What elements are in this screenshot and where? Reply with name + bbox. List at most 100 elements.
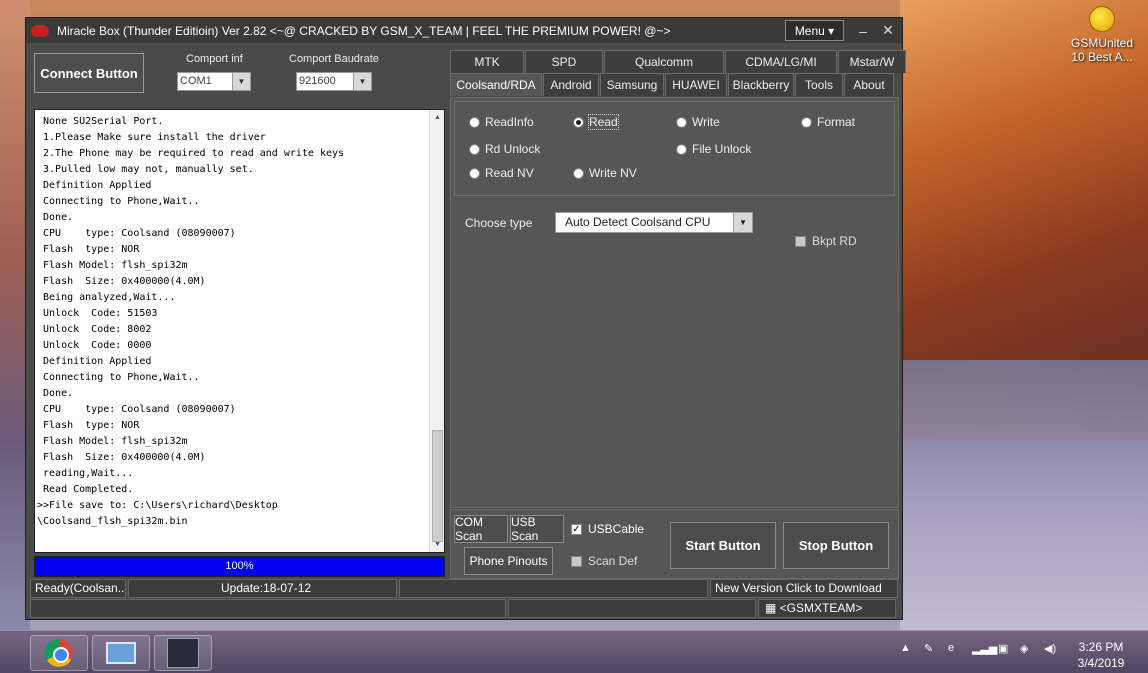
tab-spd[interactable]: SPD: [525, 50, 603, 73]
radio-read[interactable]: Read: [573, 114, 619, 130]
radio-format[interactable]: Format: [801, 115, 855, 129]
comport-value: COM1: [180, 75, 212, 87]
start-button[interactable]: Start Button: [670, 522, 776, 569]
stop-button[interactable]: Stop Button: [783, 522, 889, 569]
new-version-link[interactable]: New Version Click to Download: [710, 579, 898, 598]
chrome-taskbar-button[interactable]: [30, 635, 88, 671]
radio-dot-icon: [801, 116, 812, 128]
scroll-up-icon[interactable]: ▲: [430, 110, 444, 125]
log-line: Read Completed.: [37, 484, 134, 495]
radio-readinfo[interactable]: ReadInfo: [469, 115, 534, 129]
log-line: 1.Please Make sure install the driver: [37, 132, 266, 143]
radio-write-nv[interactable]: Write NV: [573, 166, 637, 180]
computer-icon: [106, 642, 136, 664]
tab-samsung[interactable]: Samsung: [600, 73, 664, 96]
bkpt-rd-checkbox[interactable]: Bkpt RD: [795, 234, 857, 248]
tab-tools[interactable]: Tools: [795, 73, 843, 96]
radio-file-unlock[interactable]: File Unlock: [676, 142, 751, 156]
scroll-down-icon[interactable]: ▼: [430, 537, 444, 552]
clock-time: 3:26 PM: [1078, 640, 1124, 654]
close-icon[interactable]: ✕: [877, 22, 899, 39]
menu-button[interactable]: Menu ▾: [785, 20, 844, 41]
com-scan-button[interactable]: COM Scan: [454, 515, 508, 543]
log-line: Definition Applied: [37, 356, 152, 367]
tab-coolsand-rda[interactable]: Coolsand/RDA: [450, 73, 542, 96]
app-logo-icon: [31, 24, 49, 37]
desktop-background-sea: [900, 360, 1148, 630]
log-line: CPU type: Coolsand (08090007): [37, 404, 236, 415]
progress-bar: 100%: [34, 556, 445, 577]
status-empty: [399, 579, 708, 598]
usb-cable-checkbox[interactable]: ✓ USBCable: [571, 522, 644, 536]
radio-read-label: Read: [588, 114, 619, 130]
log-line: 3.Pulled low may not, manually set.: [37, 164, 254, 175]
pen-icon[interactable]: ✎: [924, 642, 933, 655]
log-line: None SU2Serial Port.: [37, 116, 164, 127]
radio-dot-icon: [469, 143, 480, 155]
volume-icon[interactable]: ◀): [1044, 642, 1056, 655]
desktop-shortcut-label-2: 10 Best A...: [1071, 50, 1133, 64]
signal-icon[interactable]: ▂▃▅: [972, 642, 997, 655]
radio-write[interactable]: Write: [676, 115, 720, 129]
taskbar: ▲ ✎ e ▂▃▅ ▣ ◈ ◀) 3:26 PM 3/4/2019: [0, 630, 1148, 673]
status-empty-3: [508, 599, 756, 618]
tab-about[interactable]: About: [844, 73, 894, 96]
radio-read-nv[interactable]: Read NV: [469, 166, 534, 180]
minimize-icon[interactable]: –: [852, 23, 874, 39]
show-hidden-icons[interactable]: ▲: [900, 642, 911, 654]
radio-format-label: Format: [817, 115, 856, 129]
log-line: Unlock Code: 8002: [37, 324, 152, 335]
clock-date: 3/4/2019: [1077, 656, 1125, 670]
security-icon[interactable]: ◈: [1020, 642, 1028, 655]
log-line: Flash type: NOR: [37, 420, 140, 431]
choose-type-select[interactable]: Auto Detect Coolsand CPU ▼: [555, 212, 753, 233]
status-bar-top: Ready(Coolsan... Update:18-07-12 New Ver…: [30, 579, 900, 598]
taskbar-clock[interactable]: 3:26 PM 3/4/2019: [1070, 639, 1132, 671]
tab-blackberry[interactable]: Blackberry: [728, 73, 794, 96]
tab-qualcomm[interactable]: Qualcomm: [604, 50, 724, 73]
tab-huawei[interactable]: HUAWEI: [665, 73, 727, 96]
title-bar[interactable]: Miracle Box (Thunder Editioin) Ver 2.82 …: [26, 18, 902, 43]
tab-row-1: MTK SPD Qualcomm CDMA/LG/MI Mstar/W: [450, 50, 907, 73]
radio-readinfo-label: ReadInfo: [485, 115, 534, 129]
tab-row-2: Coolsand/RDA Android Samsung HUAWEI Blackber…: [450, 73, 895, 96]
browser-icon[interactable]: e: [948, 642, 954, 654]
radio-rd-unlock-label: Rd Unlock: [485, 142, 541, 156]
right-pane: MTK SPD Qualcomm CDMA/LG/MI Mstar/W Coolsand…: [450, 46, 906, 508]
chrome-icon: [45, 639, 73, 667]
tab-mstar-w[interactable]: Mstar/W: [838, 50, 906, 73]
comport-select[interactable]: COM1 ▼: [177, 72, 251, 91]
app-tray-icon[interactable]: ▣: [998, 642, 1008, 655]
gsmxteam-taskbar-button[interactable]: [154, 635, 212, 671]
usb-scan-button[interactable]: USB Scan: [510, 515, 564, 543]
scan-def-checkbox[interactable]: Scan Def: [571, 554, 637, 568]
tab-mtk[interactable]: MTK: [450, 50, 524, 73]
checkbox-icon: [795, 235, 806, 247]
tab-android[interactable]: Android: [543, 73, 599, 96]
log-line: CPU type: Coolsand (08090007): [37, 228, 236, 239]
radio-dot-icon: [469, 167, 480, 179]
log-scrollbar[interactable]: ▲ ▼: [429, 110, 444, 552]
log-line: Connecting to Phone,Wait..: [37, 372, 200, 383]
checkmark-icon: ✓: [571, 523, 582, 535]
tab-cdma-lg-mi[interactable]: CDMA/LG/MI: [725, 50, 837, 73]
log-line: \Coolsand_flsh_spi32m.bin: [37, 516, 188, 527]
usb-cable-label: USBCable: [588, 522, 645, 536]
progress-label: 100%: [225, 560, 254, 572]
phone-pinouts-button[interactable]: Phone Pinouts: [464, 547, 553, 575]
connect-button[interactable]: Connect Button: [34, 53, 144, 93]
radio-rd-unlock[interactable]: Rd Unlock: [469, 142, 540, 156]
computer-taskbar-button[interactable]: [92, 635, 150, 671]
log-line: Flash Model: flsh_spi32m: [37, 260, 188, 271]
log-line: Flash type: NOR: [37, 244, 140, 255]
baudrate-select[interactable]: 921600 ▼: [296, 72, 372, 91]
log-line: >>File save to: C:\Users\richard\Desktop: [37, 500, 278, 511]
action-bar: COM Scan USB Scan ✓ USBCable Phone Pinou…: [450, 509, 899, 579]
log-output[interactable]: None SU2Serial Port. 1.Please Make sure …: [34, 109, 445, 553]
scroll-thumb[interactable]: [432, 430, 443, 542]
desktop-shortcut-gsmunited[interactable]: GSMUnited 10 Best A...: [1062, 6, 1142, 64]
log-line: reading,Wait...: [37, 468, 134, 479]
radio-write-nv-label: Write NV: [589, 166, 637, 180]
desktop-shortcut-label-1: GSMUnited: [1070, 36, 1134, 50]
log-line: Done.: [37, 212, 74, 223]
